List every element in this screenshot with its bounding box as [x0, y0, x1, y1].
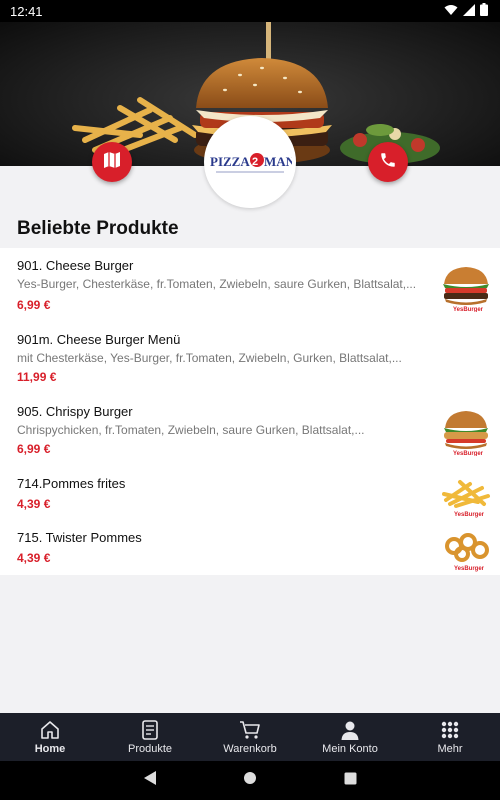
nav-label: Mein Konto: [322, 743, 378, 755]
call-button[interactable]: [368, 142, 408, 182]
product-list: 901. Cheese Burger Yes-Burger, Chesterkä…: [0, 248, 500, 575]
status-bar: 12:41: [0, 0, 500, 22]
restaurant-logo: PIZZA 2 MAN: [204, 116, 296, 208]
product-name: 715. Twister Pommes: [17, 530, 142, 545]
nav-label: Produkte: [127, 743, 173, 755]
product-price: 6,99 €: [17, 298, 51, 312]
nav-produkte[interactable]: Produkte: [100, 713, 200, 761]
cart-icon: [239, 719, 261, 741]
chicken-burger-image: YesBurger: [440, 406, 492, 461]
grid-dots-icon: [441, 719, 459, 741]
menu-book-icon: [142, 719, 158, 741]
nav-label: Warenkorb: [223, 743, 277, 755]
nav-label: Home: [34, 743, 66, 755]
product-description: Chrispychicken, fr.Tomaten, Zwiebeln, sa…: [17, 423, 365, 437]
recents-button[interactable]: [335, 766, 365, 796]
phone-icon: [379, 151, 397, 174]
twister-fries-image: YesBurger: [440, 526, 492, 577]
map-icon: [103, 151, 121, 174]
back-triangle-icon: [143, 770, 157, 791]
battery-icon: [480, 3, 488, 19]
product-price: 4,39 €: [17, 551, 51, 565]
status-time: 12:41: [10, 3, 43, 19]
section-title: Beliebte Produkte: [17, 218, 179, 239]
map-button[interactable]: [92, 142, 132, 182]
home-icon: [40, 719, 60, 741]
svg-text:YesBurger: YesBurger: [454, 512, 485, 518]
product-name: 714.Pommes frites: [17, 476, 126, 491]
product-name: 901. Cheese Burger: [17, 258, 134, 273]
svg-text:PIZZA: PIZZA: [210, 154, 250, 169]
home-circle-icon: [243, 771, 257, 790]
svg-text:YesBurger: YesBurger: [453, 451, 484, 456]
back-button[interactable]: [135, 766, 165, 796]
product-item[interactable]: 714.Pommes frites 4,39 € YesBurger: [0, 476, 500, 522]
product-price: 4,39 €: [17, 497, 51, 511]
home-system-button[interactable]: [235, 766, 265, 796]
cheeseburger-image: YesBurger: [440, 262, 492, 317]
signal-icon: [463, 3, 475, 19]
nav-home[interactable]: Home: [0, 713, 100, 761]
product-item[interactable]: 901. Cheese Burger Yes-Burger, Chesterkä…: [0, 258, 500, 320]
bottom-navigation: Home Produkte Warenkorb Mein Konto Mehr: [0, 713, 500, 761]
nav-label: Mehr: [437, 743, 463, 755]
product-name: 901m. Cheese Burger Menü: [17, 332, 181, 347]
nav-mehr[interactable]: Mehr: [400, 713, 500, 761]
wifi-icon: [444, 4, 458, 19]
product-item[interactable]: 905. Chrispy Burger Chrispychicken, fr.T…: [0, 404, 500, 466]
svg-text:YesBurger: YesBurger: [453, 307, 484, 312]
pizza-man-logo: PIZZA 2 MAN: [210, 153, 292, 173]
product-price: 6,99 €: [17, 442, 51, 456]
svg-text:MAN: MAN: [264, 154, 292, 169]
product-item[interactable]: 715. Twister Pommes 4,39 € YesBurger: [0, 530, 500, 576]
svg-text:YesBurger: YesBurger: [454, 566, 485, 572]
recents-square-icon: [344, 772, 357, 790]
person-icon: [340, 719, 360, 741]
nav-mein-konto[interactable]: Mein Konto: [300, 713, 400, 761]
product-item[interactable]: 901m. Cheese Burger Menü mit Chesterkäse…: [0, 332, 500, 390]
product-price: 11,99 €: [17, 370, 57, 384]
product-description: Yes-Burger, Chesterkäse, fr.Tomaten, Zwi…: [17, 277, 417, 291]
french-fries-image: YesBurger: [440, 474, 492, 523]
nav-warenkorb[interactable]: Warenkorb: [200, 713, 300, 761]
svg-text:2: 2: [252, 156, 258, 168]
product-description: mit Chesterkäse, Yes-Burger, fr.Tomaten,…: [17, 351, 402, 365]
system-navigation-bar: [0, 761, 500, 800]
product-name: 905. Chrispy Burger: [17, 404, 133, 419]
